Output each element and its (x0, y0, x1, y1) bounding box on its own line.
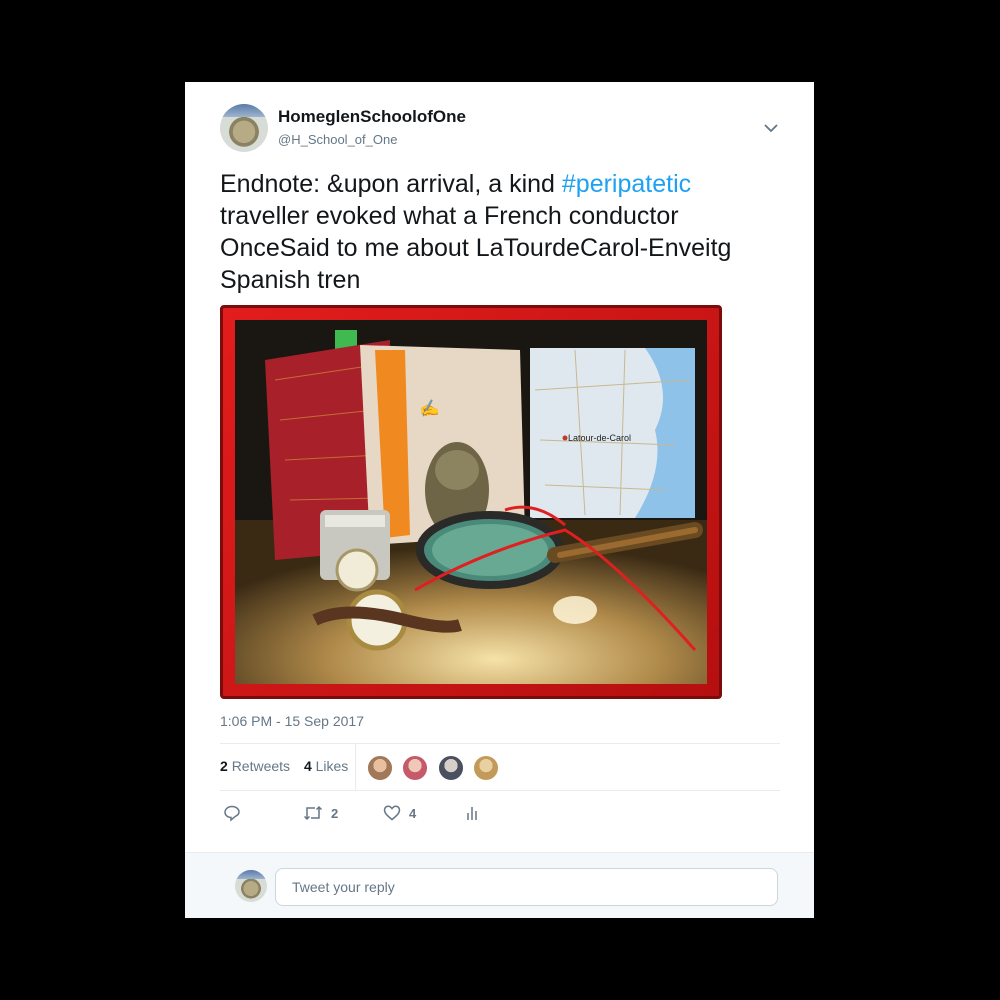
retweets-count: 2 (220, 758, 228, 774)
reply-bar (185, 852, 814, 918)
liker-avatar[interactable] (367, 755, 393, 781)
stats-separator (355, 743, 356, 791)
tweet-text: Endnote: &upon arrival, a kind #peripate… (220, 168, 780, 296)
user-avatar[interactable] (220, 104, 268, 152)
liker-avatars (367, 755, 504, 781)
heart-icon (383, 805, 401, 821)
tweet-photo[interactable]: Latour-de-Carol ✍ (220, 305, 722, 699)
retweets-label: Retweets (231, 758, 291, 774)
liker-avatar[interactable] (402, 755, 429, 781)
divider (220, 743, 780, 744)
likes-stat[interactable]: 4 Likes (304, 758, 348, 774)
reply-input[interactable] (275, 868, 778, 906)
tweet-timestamp[interactable]: 1:06 PM - 15 Sep 2017 (220, 713, 364, 729)
likes-count: 4 (303, 758, 312, 774)
retweet-button[interactable]: 2 (303, 804, 338, 822)
user-handle[interactable]: @H_School_of_One (278, 132, 397, 147)
like-count: 4 (409, 805, 417, 821)
reply-icon (224, 805, 240, 822)
analytics-icon (467, 807, 477, 820)
divider (220, 790, 780, 791)
like-button[interactable]: 4 (383, 804, 416, 822)
user-name[interactable]: HomeglenSchoolofOne (278, 107, 466, 127)
hashtag-link[interactable]: #peripatetic (562, 170, 691, 198)
tweet-stats: 2 Retweets 4 Likes (220, 758, 358, 774)
tweet-card: HomeglenSchoolofOne @H_School_of_One End… (185, 82, 814, 918)
liker-avatar[interactable] (437, 755, 464, 781)
analytics-button[interactable] (463, 804, 489, 822)
reply-avatar (235, 870, 267, 902)
photo-still-life: Latour-de-Carol ✍ (235, 320, 707, 684)
retweet-icon (303, 805, 323, 821)
svg-text:✍: ✍ (418, 397, 440, 419)
retweets-stat[interactable]: 2 Retweets (220, 758, 290, 774)
retweet-count: 2 (331, 805, 339, 821)
reply-button[interactable] (223, 804, 249, 822)
tweet-text-part: traveller evoked what a French conductor… (220, 202, 732, 294)
likes-label: Likes (315, 758, 349, 774)
map-label: Latour-de-Carol (568, 433, 631, 443)
liker-avatar[interactable] (473, 755, 500, 781)
chevron-down-icon[interactable] (761, 118, 781, 138)
tweet-text-part: Endnote: &upon arrival, a kind (220, 170, 562, 198)
